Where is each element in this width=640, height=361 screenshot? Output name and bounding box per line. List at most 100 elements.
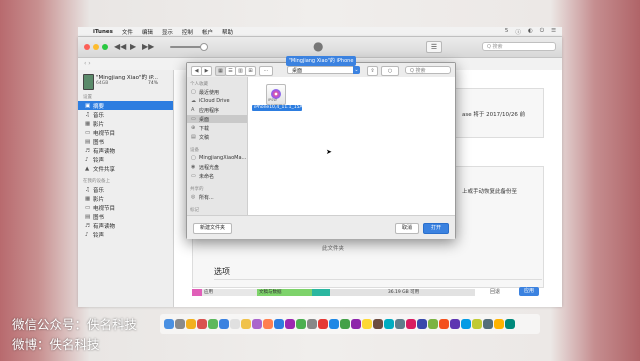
dock-app-icon[interactable] — [252, 319, 262, 329]
sidebar-item-icloud[interactable]: ☁ iCloud Drive — [187, 97, 247, 105]
share-icon[interactable]: ⇪ — [367, 66, 378, 76]
sidebar-item-summary[interactable]: ▣ 摘要 — [78, 101, 173, 110]
dock-app-icon[interactable] — [373, 319, 383, 329]
dock-app-icon[interactable] — [351, 319, 361, 329]
menu-itunes[interactable]: iTunes — [93, 29, 113, 35]
status-icon-1[interactable]: 5 — [505, 28, 509, 36]
fast-forward-icon[interactable]: ▶▶ — [142, 42, 154, 51]
sidebar-item-downloads[interactable]: ⊕ 下载 — [187, 124, 247, 132]
dock-app-icon[interactable] — [186, 319, 196, 329]
revert-button[interactable]: 回退 — [490, 288, 500, 295]
volume-knob[interactable] — [200, 43, 208, 51]
zoom-window-button[interactable] — [102, 44, 108, 50]
sidebar-item-applications[interactable]: A 应用程序 — [187, 106, 247, 114]
book-icon: ▤ — [85, 138, 91, 145]
display-icon[interactable]: ◐ — [528, 28, 533, 36]
dock-app-icon[interactable] — [296, 319, 306, 329]
arrange-icon[interactable]: ⋯ — [259, 66, 273, 76]
menu-account[interactable]: 帐户 — [202, 28, 213, 36]
sidebar-item-file-sharing[interactable]: ▲ 文件共享 — [78, 164, 173, 173]
dock-app-icon[interactable] — [241, 319, 251, 329]
minimize-window-button[interactable] — [93, 44, 99, 50]
storage-segment-other — [312, 289, 330, 296]
sidebar-item-documents[interactable]: ▤ 文稿 — [187, 133, 247, 141]
dock-app-icon[interactable] — [494, 319, 504, 329]
dock-app-icon[interactable] — [329, 319, 339, 329]
dock-app-icon[interactable] — [263, 319, 273, 329]
rewind-icon[interactable]: ◀◀ — [114, 42, 126, 51]
sidebar-item-books[interactable]: ▤ 图书 — [78, 137, 173, 146]
dock-app-icon[interactable] — [197, 319, 207, 329]
chevron-down-icon[interactable]: ⌄ — [353, 66, 360, 74]
sidebar-item-device-music[interactable]: ♫ 音乐 — [78, 185, 173, 194]
dock-app-icon[interactable] — [274, 319, 284, 329]
sidebar-item-desktop[interactable]: ▭ 桌面 — [187, 115, 247, 123]
dock-app-icon[interactable] — [406, 319, 416, 329]
info-icon[interactable]: ⓘ — [515, 28, 521, 36]
sidebar-item-device-tones[interactable]: ♪ 铃声 — [78, 230, 173, 239]
menu-list-icon[interactable]: ☰ — [551, 28, 556, 36]
dock-app-icon[interactable] — [164, 319, 174, 329]
menu-edit[interactable]: 编辑 — [142, 28, 153, 36]
device-thumbnail[interactable] — [83, 74, 94, 90]
dock-app-icon[interactable] — [175, 319, 185, 329]
dock-app-icon[interactable] — [285, 319, 295, 329]
sidebar-item-music[interactable]: ♫ 音乐 — [78, 110, 173, 119]
sidebar-item-movies[interactable]: ▦ 影片 — [78, 119, 173, 128]
dock-app-icon[interactable] — [505, 319, 515, 329]
sidebar-item-all[interactable]: ◎ 所有... — [187, 193, 247, 201]
dock-app-icon[interactable] — [450, 319, 460, 329]
sidebar-item-device-tv[interactable]: ▭ 电视节目 — [78, 203, 173, 212]
dock-app-icon[interactable] — [417, 319, 427, 329]
new-folder-button[interactable]: 新建文件夹 — [193, 223, 233, 234]
dock-app-icon[interactable] — [384, 319, 394, 329]
dock-app-icon[interactable] — [439, 319, 449, 329]
search-input[interactable]: Q 搜索 — [482, 42, 556, 51]
play-icon[interactable]: ▶ — [130, 42, 136, 51]
dock-app-icon[interactable] — [362, 319, 372, 329]
dock-app-icon[interactable] — [318, 319, 328, 329]
volume-slider[interactable] — [170, 46, 204, 48]
dock-app-icon[interactable] — [472, 319, 482, 329]
ipsw-file-icon[interactable]: IPSW — [266, 84, 286, 105]
book-icon: ▤ — [85, 213, 91, 220]
back-arrow-icon[interactable]: ‹ › — [84, 60, 91, 67]
sidebar-item-untitled[interactable]: ▭ 未命名 — [187, 172, 247, 180]
tag-icon[interactable]: ○ — [381, 66, 399, 76]
sidebar-item-remote-disc[interactable]: ◉ 远程光盘 — [187, 163, 247, 171]
open-button[interactable]: 打开 — [423, 223, 449, 234]
dock-app-icon[interactable] — [340, 319, 350, 329]
forward-icon[interactable]: ▶ — [201, 66, 212, 76]
sidebar-item-device-movies[interactable]: ▦ 影片 — [78, 194, 173, 203]
sidebar-item-device-audiobooks[interactable]: ♬ 有声读物 — [78, 221, 173, 230]
dock-app-icon[interactable] — [395, 319, 405, 329]
sidebar-item-recents[interactable]: ▢ 最近使用 — [187, 88, 247, 96]
menu-help[interactable]: 帮助 — [222, 28, 233, 36]
menu-controls[interactable]: 控制 — [182, 28, 193, 36]
dock-app-icon[interactable] — [461, 319, 471, 329]
sidebar-item-tv[interactable]: ▭ 电视节目 — [78, 128, 173, 137]
sidebar-item-device-books[interactable]: ▤ 图书 — [78, 212, 173, 221]
dock-app-icon[interactable] — [230, 319, 240, 329]
cancel-button[interactable]: 取消 — [395, 223, 419, 234]
disc-icon: ◉ — [191, 164, 196, 170]
dock-app-icon[interactable] — [208, 319, 218, 329]
apply-button[interactable]: 应用 — [519, 287, 539, 296]
dock-app-icon[interactable] — [307, 319, 317, 329]
file-type-tag: IPSW — [268, 98, 277, 102]
menu-file[interactable]: 文件 — [122, 28, 133, 36]
power-icon[interactable]: ⏻ — [540, 28, 544, 36]
gallery-view-icon[interactable]: ⊞ — [245, 66, 256, 76]
dock-app-icon[interactable] — [219, 319, 229, 329]
sidebar-item-audiobooks[interactable]: ♬ 有声读物 — [78, 146, 173, 155]
sidebar-item-mac[interactable]: ▢ MingjiangXiaoMa... — [187, 154, 247, 162]
location-select[interactable]: 桌面 — [287, 66, 359, 74]
dock-app-icon[interactable] — [483, 319, 493, 329]
dock-app-icon[interactable] — [428, 319, 438, 329]
list-view-icon[interactable]: ☰ — [426, 41, 442, 53]
selected-file-name[interactable]: iPhone10,4_11.1_15A403...tore.ipsw — [252, 105, 336, 111]
sidebar-item-tones[interactable]: ♪ 铃声 — [78, 155, 173, 164]
menu-view[interactable]: 显示 — [162, 28, 173, 36]
dialog-search-input[interactable]: Q 搜索 — [405, 66, 451, 74]
close-window-button[interactable] — [84, 44, 90, 50]
